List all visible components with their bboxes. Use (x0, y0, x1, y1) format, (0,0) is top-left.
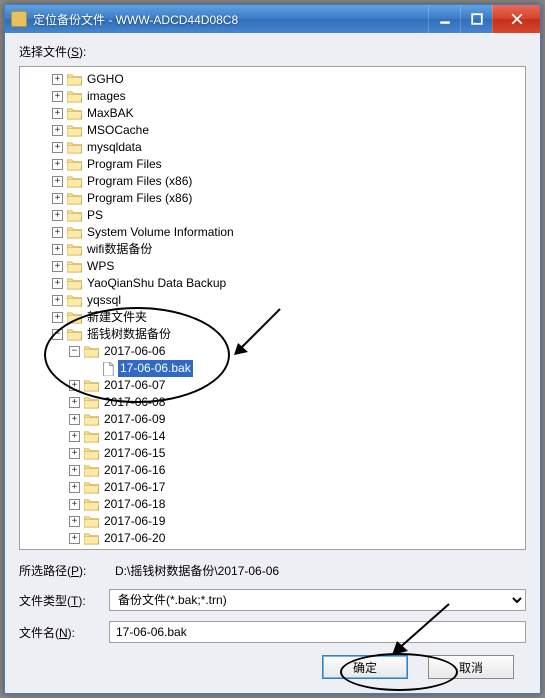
tree-folder[interactable]: yqssql (85, 292, 123, 309)
tree-folder[interactable]: 2017-06-08 (102, 394, 167, 411)
tree-folder[interactable]: 2017-06-20 (102, 530, 167, 547)
tree-folder[interactable]: WPS (85, 258, 116, 275)
ok-button[interactable]: 确定 (322, 655, 408, 679)
expand-toggle[interactable]: + (52, 312, 63, 323)
tree-folder[interactable]: 2017-06-19 (102, 513, 167, 530)
maximize-button[interactable] (460, 5, 492, 33)
expand-toggle[interactable]: + (52, 193, 63, 204)
window-title: 定位备份文件 - WWW-ADCD44D08C8 (33, 11, 428, 28)
expand-toggle[interactable]: + (69, 380, 80, 391)
tree-folder[interactable]: 2017-06-18 (102, 496, 167, 513)
expand-toggle[interactable]: + (69, 448, 80, 459)
close-button[interactable] (492, 5, 540, 33)
tree-folder[interactable]: mysqldata (85, 139, 144, 156)
expand-toggle[interactable]: + (52, 91, 63, 102)
filename-label: 文件名(N): (19, 624, 109, 641)
tree-folder[interactable]: Program Files (85, 156, 164, 173)
path-label: 所选路径(P): (19, 562, 109, 579)
expand-toggle[interactable]: + (69, 482, 80, 493)
expand-toggle[interactable]: + (52, 176, 63, 187)
expand-toggle[interactable]: + (52, 108, 63, 119)
selected-path: D:\摇钱树数据备份\2017-06-06 (109, 562, 279, 579)
tree-folder[interactable]: 2017-06-15 (102, 445, 167, 462)
filename-input[interactable] (109, 621, 526, 643)
expand-toggle[interactable]: + (52, 278, 63, 289)
tree-folder[interactable]: wifi数据备份 (85, 241, 154, 258)
tree-folder[interactable]: 2017-06-17 (102, 479, 167, 496)
tree-folder[interactable]: 摇钱树数据备份 (85, 326, 173, 343)
expand-toggle[interactable]: + (69, 516, 80, 527)
tree-folder[interactable]: 2017-06-16 (102, 462, 167, 479)
tree-folder[interactable]: Program Files (x86) (85, 190, 194, 207)
tree-folder[interactable]: 2017-06-21 (102, 547, 167, 550)
tree-folder[interactable]: MSOCache (85, 122, 151, 139)
expand-toggle[interactable]: + (52, 244, 63, 255)
tree-folder[interactable]: 2017-06-14 (102, 428, 167, 445)
expand-toggle[interactable]: + (52, 295, 63, 306)
expand-toggle[interactable]: + (52, 227, 63, 238)
tree-folder[interactable]: Program Files (x86) (85, 173, 194, 190)
expand-toggle[interactable]: + (69, 499, 80, 510)
expand-toggle[interactable]: + (52, 125, 63, 136)
expand-toggle[interactable]: + (52, 210, 63, 221)
tree-folder[interactable]: System Volume Information (85, 224, 236, 241)
dialog-window: 定位备份文件 - WWW-ADCD44D08C8 选择文件(S): +GGHO+… (4, 4, 541, 694)
tree-file[interactable]: 17-06-06.bak (118, 360, 193, 377)
tree-folder[interactable]: 新建文件夹 (85, 309, 149, 326)
expand-toggle[interactable]: + (69, 431, 80, 442)
select-file-label: 选择文件(S): (19, 43, 526, 60)
expand-toggle[interactable]: − (69, 346, 80, 357)
tree-folder[interactable]: GGHO (85, 71, 126, 88)
tree-folder[interactable]: PS (85, 207, 105, 224)
tree-folder[interactable]: YaoQianShu Data Backup (85, 275, 228, 292)
expand-toggle[interactable]: + (69, 533, 80, 544)
tree-folder[interactable]: 2017-06-07 (102, 377, 167, 394)
expand-toggle[interactable]: − (52, 329, 63, 340)
expand-toggle[interactable]: + (52, 159, 63, 170)
titlebar[interactable]: 定位备份文件 - WWW-ADCD44D08C8 (5, 5, 540, 33)
expand-toggle[interactable]: + (52, 74, 63, 85)
tree-folder[interactable]: images (85, 88, 128, 105)
expand-toggle[interactable]: + (69, 414, 80, 425)
cancel-button[interactable]: 取消 (428, 655, 514, 679)
app-icon (11, 11, 27, 27)
expand-toggle[interactable]: + (52, 142, 63, 153)
filetype-select[interactable]: 备份文件(*.bak;*.trn) (109, 589, 526, 611)
expand-toggle[interactable]: + (69, 397, 80, 408)
expand-toggle[interactable]: + (69, 465, 80, 476)
tree-folder[interactable]: 2017-06-09 (102, 411, 167, 428)
tree-folder[interactable]: MaxBAK (85, 105, 136, 122)
minimize-button[interactable] (428, 5, 460, 33)
tree-folder[interactable]: 2017-06-06 (102, 343, 167, 360)
expand-toggle[interactable]: + (52, 261, 63, 272)
filetype-label: 文件类型(T): (19, 592, 109, 609)
file-tree[interactable]: + GGHO + images + MaxBAK + MSOCache + mysqldata + P… (19, 66, 526, 550)
